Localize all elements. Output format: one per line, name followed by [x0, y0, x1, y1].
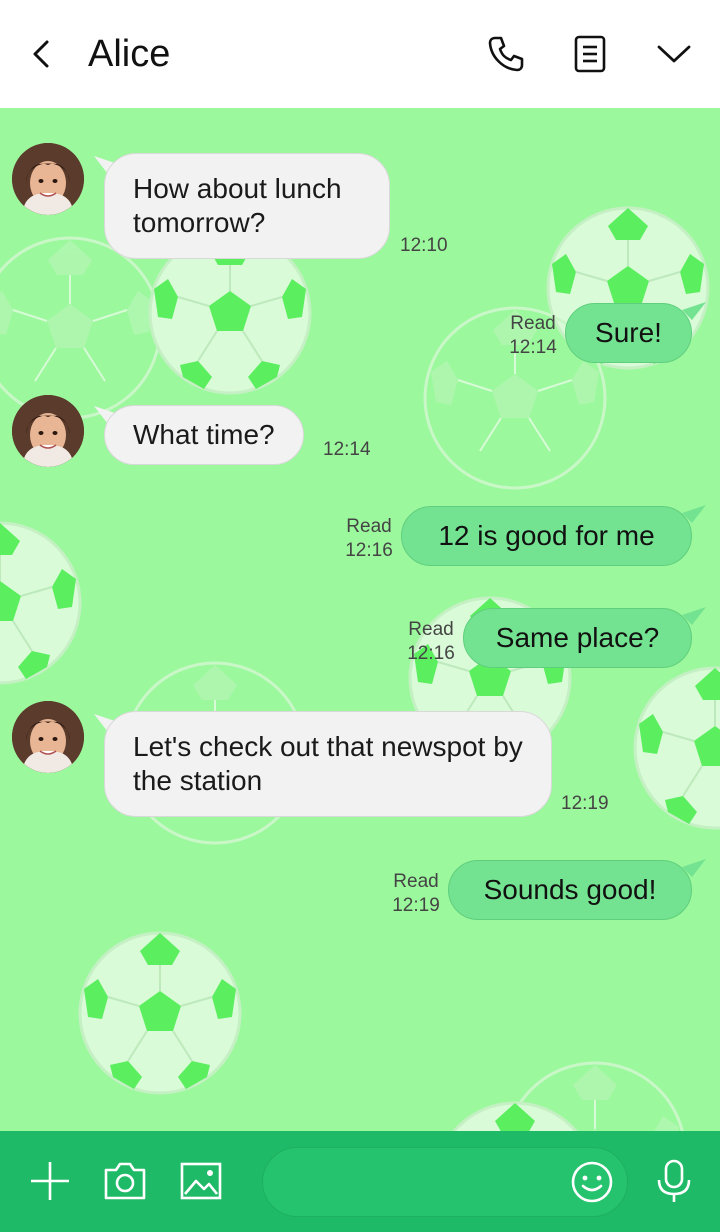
camera-button[interactable]	[99, 1155, 151, 1207]
notes-button[interactable]	[566, 30, 614, 78]
add-button[interactable]	[24, 1155, 76, 1207]
chevron-left-icon	[33, 40, 49, 68]
message-bubble-outgoing[interactable]: 12 is good for me	[401, 506, 692, 566]
contact-avatar[interactable]	[12, 701, 84, 773]
camera-icon	[104, 1162, 146, 1200]
message-bubble-outgoing[interactable]: Sure!	[565, 303, 692, 363]
chat-title: Alice	[88, 33, 171, 75]
phone-icon	[488, 36, 524, 72]
message-time: 12:16	[345, 540, 393, 561]
bubble-tail	[682, 859, 706, 877]
menu-button[interactable]	[650, 30, 698, 78]
call-button[interactable]	[482, 30, 530, 78]
back-button[interactable]	[22, 30, 62, 78]
message-input-container[interactable]	[262, 1147, 628, 1217]
message-time: 12:14	[509, 337, 557, 358]
image-icon	[180, 1162, 222, 1200]
message-time: 12:10	[400, 235, 448, 256]
message-read-status: Read	[346, 516, 392, 537]
message-text: How about lunch tomorrow?	[133, 173, 342, 238]
bubble-tail	[682, 302, 706, 320]
message-text: Sure!	[595, 317, 662, 348]
message-time: 12:16	[407, 643, 455, 664]
message-text: 12 is good for me	[438, 520, 655, 551]
composer-bar	[0, 1131, 720, 1232]
chat-area[interactable]: How about lunch tomorrow? 12:10 Read 12:…	[0, 108, 720, 1131]
message-bubble-incoming[interactable]: What time?	[104, 405, 304, 465]
document-icon	[574, 35, 606, 73]
gallery-button[interactable]	[175, 1155, 227, 1207]
message-bubble-outgoing[interactable]: Same place?	[463, 608, 692, 668]
message-time: 12:19	[561, 793, 609, 814]
message-bubble-incoming[interactable]: Let's check out that newspot by the stat…	[104, 711, 552, 817]
plus-icon	[31, 1162, 69, 1200]
microphone-icon	[657, 1159, 691, 1202]
message-bubble-incoming[interactable]: How about lunch tomorrow?	[104, 153, 390, 259]
chevron-down-icon	[657, 45, 691, 63]
message-read-status: Read	[393, 871, 439, 892]
emoji-button[interactable]	[567, 1157, 617, 1207]
bubble-tail	[682, 607, 706, 625]
message-input[interactable]	[287, 1148, 557, 1216]
message-text: Sounds good!	[483, 874, 657, 905]
voice-button[interactable]	[648, 1155, 700, 1207]
message-read-status: Read	[408, 619, 454, 640]
contact-avatar[interactable]	[12, 395, 84, 467]
message-text: Same place?	[495, 622, 660, 653]
message-text: What time?	[133, 419, 275, 450]
bubble-tail	[682, 505, 706, 523]
message-time: 12:14	[323, 439, 371, 460]
message-bubble-outgoing[interactable]: Sounds good!	[448, 860, 692, 920]
smiley-icon	[571, 1161, 613, 1203]
chat-header: Alice	[0, 0, 720, 108]
message-time: 12:19	[392, 895, 440, 916]
message-read-status: Read	[510, 313, 556, 334]
message-text: Let's check out that newspot by the stat…	[133, 731, 523, 796]
contact-avatar[interactable]	[12, 143, 84, 215]
